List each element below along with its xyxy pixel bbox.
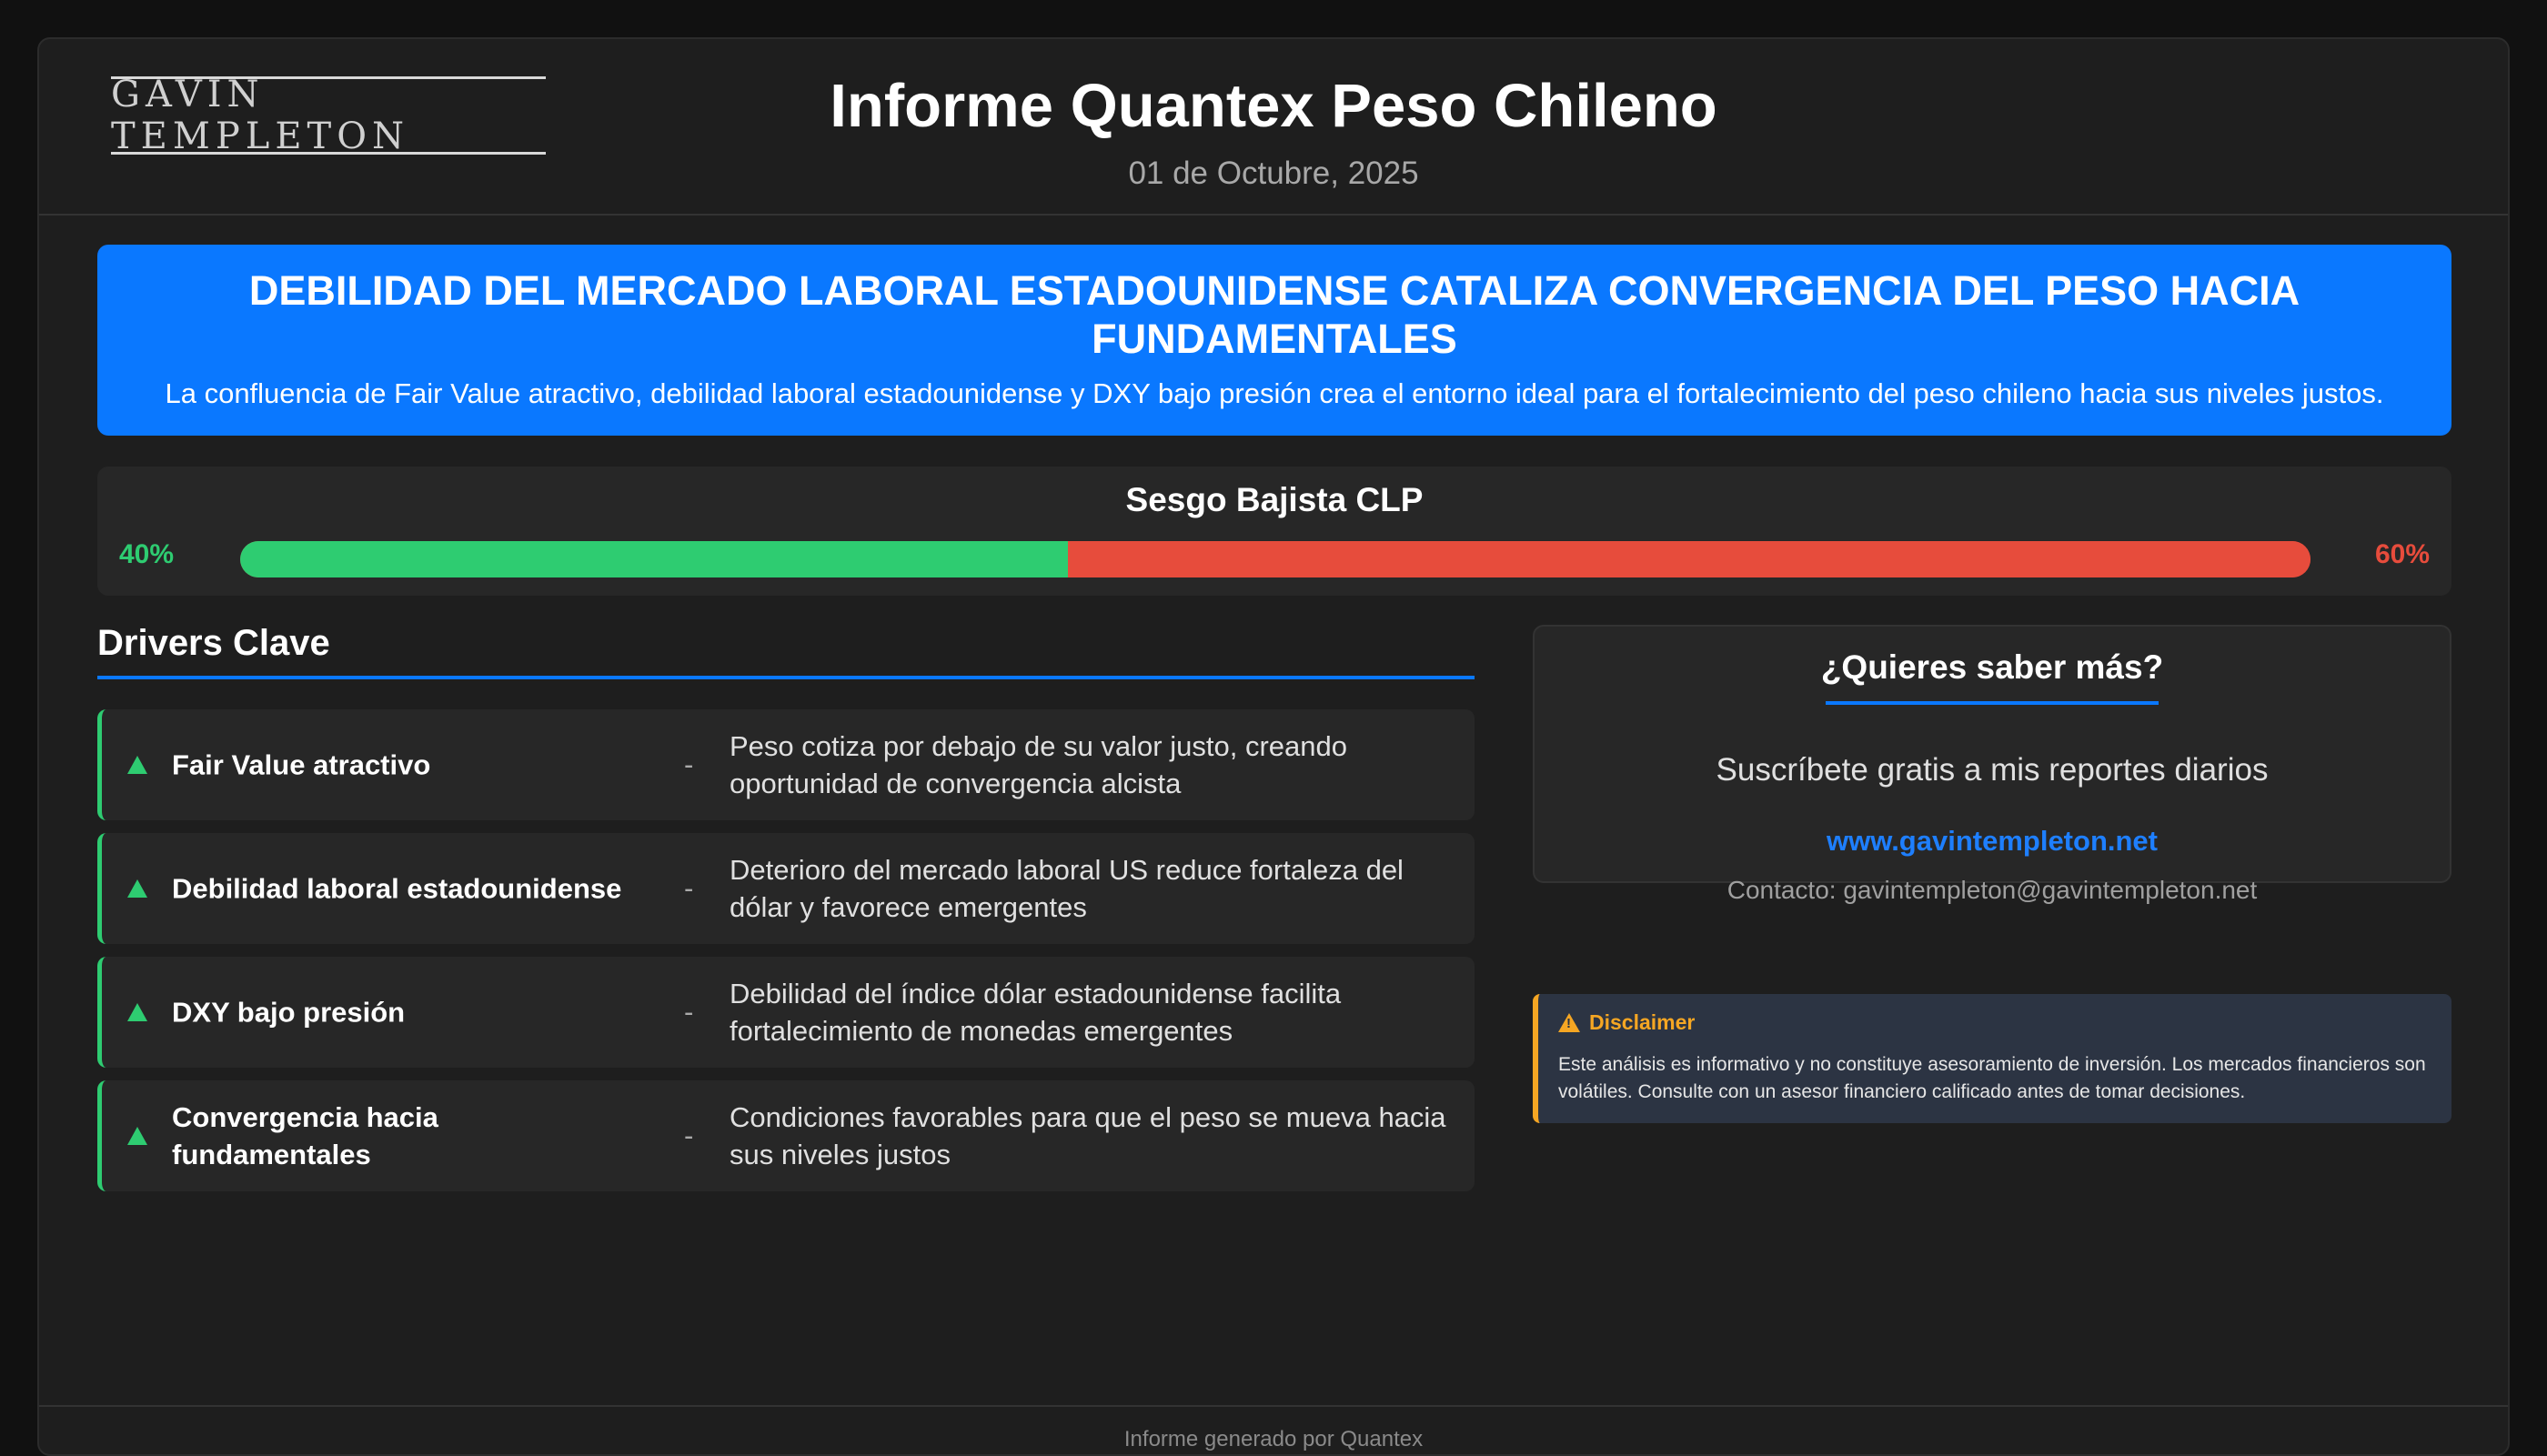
subscribe-text: Suscríbete gratis a mis reportes diarios <box>1716 752 2269 788</box>
bias-bar-green-segment <box>240 541 1069 577</box>
driver-description: Debilidad del índice dólar estadounidens… <box>730 978 1342 1047</box>
driver-description: Deterioro del mercado laboral US reduce … <box>730 854 1404 923</box>
subscribe-divider <box>1826 701 2159 705</box>
page-title: Informe Quantex Peso Chileno <box>830 72 1717 140</box>
driver-name: Fair Value atractivo <box>172 748 431 781</box>
driver-name: Debilidad laboral estadounidense <box>172 872 622 905</box>
bias-bar <box>240 541 2310 577</box>
disclaimer-text: Este análisis es informativo y no consti… <box>1558 1054 2426 1102</box>
report-page: GAVIN TEMPLETON Informe Quantex Peso Chi… <box>37 37 2510 1456</box>
report-header: GAVIN TEMPLETON Informe Quantex Peso Chi… <box>39 39 2508 216</box>
up-triangle-icon <box>127 1003 147 1021</box>
disclaimer-box: Disclaimer Este análisis es informativo … <box>1533 994 2451 1123</box>
subscribe-card: ¿Quieres saber más? Suscríbete gratis a … <box>1533 625 2451 904</box>
contact-email: Contacto: gavintempleton@gavintempleton.… <box>1727 876 2258 904</box>
drivers-divider <box>97 676 1475 679</box>
disclaimer-title: Disclaimer <box>1589 1010 1696 1034</box>
driver-description: Condiciones favorables para que el peso … <box>730 1101 1446 1170</box>
footer-text: Informe generado por Quantex <box>1123 1427 1424 1451</box>
driver-item: Convergencia hacia fundamentales - Condi… <box>97 1080 1475 1191</box>
up-triangle-icon <box>127 756 147 774</box>
driver-separator: - <box>684 748 694 780</box>
driver-name: Convergencia hacia fundamentales <box>172 1101 438 1170</box>
subscribe-title: ¿Quieres saber más? <box>1820 648 2164 686</box>
drivers-title: Drivers Clave <box>97 623 330 663</box>
bias-bar-red-segment <box>1068 541 2310 577</box>
website-link[interactable]: www.gavintempleton.net <box>1827 825 2158 857</box>
warning-icon <box>1558 1013 1580 1032</box>
drivers-list: Fair Value atractivo - Peso cotiza por d… <box>97 709 1475 1204</box>
headline-banner: DEBILIDAD DEL MERCADO LABORAL ESTADOUNID… <box>97 245 2451 436</box>
up-triangle-icon <box>127 879 147 898</box>
driver-separator: - <box>684 996 694 1028</box>
disclaimer-header: Disclaimer <box>1558 1010 2430 1035</box>
driver-item: Fair Value atractivo - Peso cotiza por d… <box>97 709 1475 820</box>
banner-title: DEBILIDAD DEL MERCADO LABORAL ESTADOUNID… <box>248 267 2300 362</box>
bias-panel: Sesgo Bajista CLP 40% 60% <box>97 467 2451 596</box>
up-triangle-icon <box>127 1127 147 1145</box>
driver-name: DXY bajo presión <box>172 996 406 1029</box>
driver-item: Debilidad laboral estadounidense - Deter… <box>97 833 1475 944</box>
driver-description: Peso cotiza por debajo de su valor justo… <box>730 730 1347 799</box>
bias-right-percentage: 60% <box>2374 539 2430 569</box>
driver-item: DXY bajo presión - Debilidad del índice … <box>97 957 1475 1068</box>
driver-separator: - <box>684 872 694 904</box>
bias-title: Sesgo Bajista CLP <box>1125 481 1424 518</box>
driver-separator: - <box>684 1120 694 1151</box>
bias-left-percentage: 40% <box>119 539 175 569</box>
banner-subtitle: La confluencia de Fair Value atractivo, … <box>165 377 2384 409</box>
website-link-wrapper: www.gavintempleton.net <box>1535 825 2450 858</box>
report-footer: Informe generado por Quantex <box>39 1405 2508 1454</box>
report-date: 01 de Octubre, 2025 <box>1128 156 1419 191</box>
